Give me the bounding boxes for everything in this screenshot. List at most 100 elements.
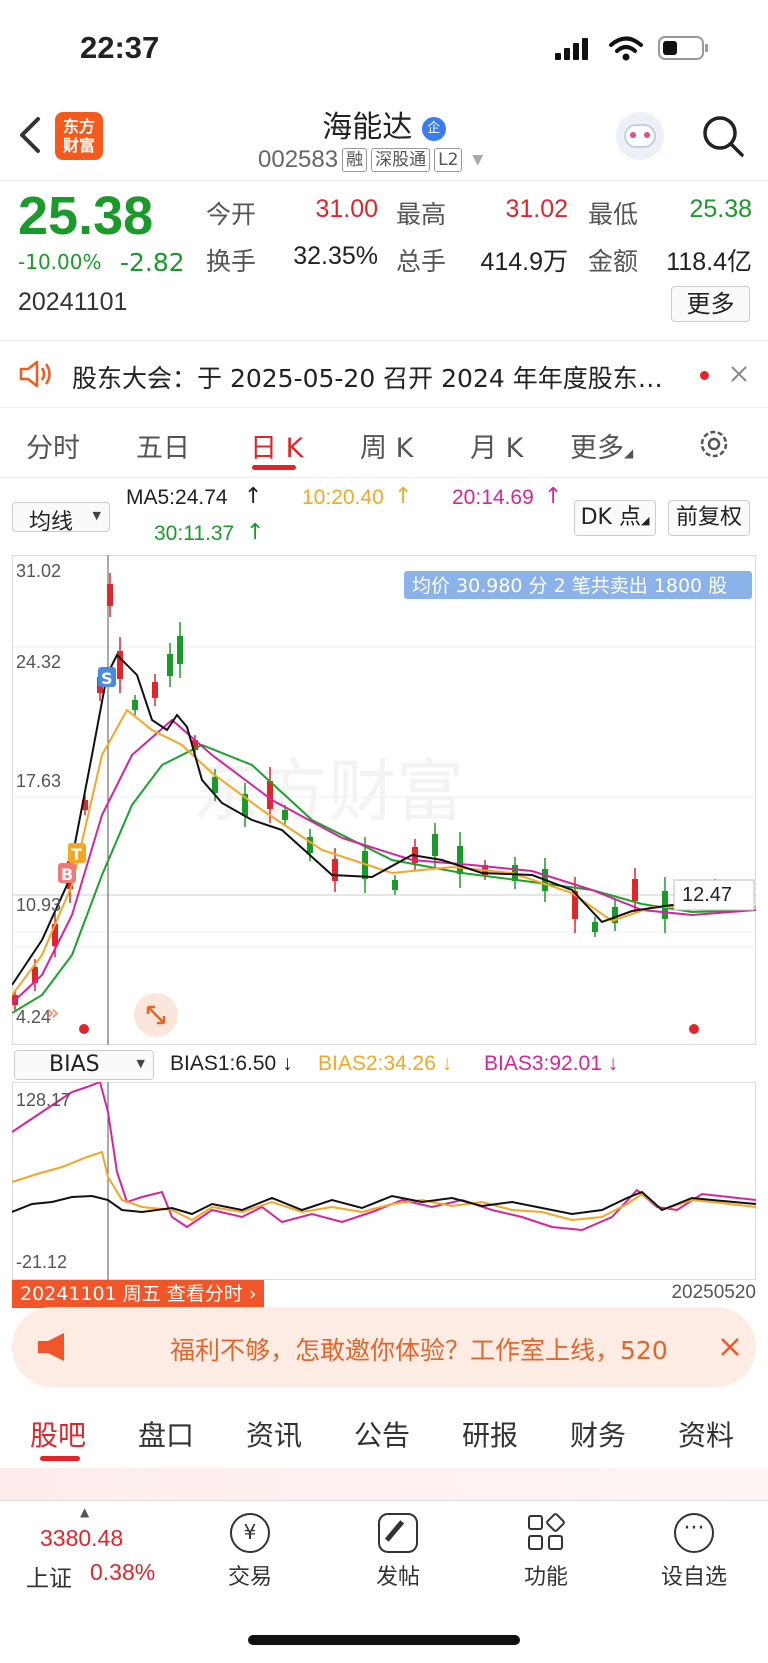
bias-selector[interactable]: BIAS ▼ [14, 1050, 154, 1080]
tab-announcements[interactable]: 公告 [354, 1414, 410, 1454]
expand-chart-icon[interactable] [134, 993, 178, 1037]
tab-profile[interactable]: 资料 [678, 1414, 734, 1454]
ma5-arrow-icon: ↑ [244, 484, 263, 509]
active-section-underline [40, 1456, 80, 1461]
add-watchlist-label: 设自选 [660, 1565, 727, 1590]
close-icon[interactable] [730, 365, 748, 383]
post-button[interactable]: 发帖 [338, 1513, 458, 1591]
signal-icon [555, 38, 589, 60]
tab-daily-k[interactable]: 日 K [250, 426, 303, 465]
y-label-4: 10.93 [16, 895, 61, 915]
view-timeshare-link[interactable]: 20241101 周五 查看分时 › [12, 1280, 265, 1308]
wifi-icon [609, 36, 643, 61]
date-bar: 20241101 周五 查看分时 › 20250520 [12, 1280, 756, 1308]
robot-avatar-icon[interactable] [616, 112, 664, 160]
candle-body [632, 879, 638, 901]
caret-down-icon: ▼ [472, 152, 484, 168]
edit-icon [378, 1513, 418, 1553]
tab-timeshare[interactable]: 分时 [26, 426, 80, 465]
dk-point-button[interactable]: DK 点◢ [574, 500, 656, 536]
tab-pankou[interactable]: 盘口 [138, 1414, 194, 1454]
trade-tooltip: 均价 30.980 分 2 笔共卖出 1800 股 [412, 575, 727, 597]
sell-marker: S [101, 669, 113, 688]
ma30-value: 30:11.37 [154, 522, 235, 545]
section-tabs: 股吧 盘口 资讯 公告 研报 财务 资料 [0, 1398, 768, 1466]
candle-body [267, 781, 273, 809]
candle-body [592, 922, 598, 932]
ma10-value: 10:20.40 [302, 486, 384, 509]
chevron-right-icon: › [248, 1283, 257, 1305]
view-timeshare-label: 20241101 周五 查看分时 [20, 1283, 243, 1305]
current-price: 25.38 [18, 186, 154, 246]
grid-icon [526, 1511, 567, 1553]
notice-bar[interactable]: 股东大会：于 2025-05-20 召开 2024 年年度股东… [0, 340, 768, 408]
settings-gear-icon[interactable] [696, 426, 732, 462]
forward-adjust-button[interactable]: 前复权 [668, 500, 750, 536]
dk-point-label: DK 点 [580, 505, 641, 530]
tab-finance[interactable]: 财务 [570, 1414, 626, 1454]
corner-caret-icon: ◢ [640, 514, 650, 527]
stock-name: 海能达 [322, 110, 413, 145]
candle-body [167, 654, 173, 676]
status-time: 22:37 [80, 30, 160, 65]
close-icon[interactable] [720, 1337, 740, 1357]
post-label: 发帖 [375, 1565, 420, 1590]
turnover-label: 换手 [206, 247, 257, 276]
promo-banner[interactable]: 福利不够，怎敢邀你体验？工作室上线，520 [12, 1307, 756, 1387]
add-watchlist-button[interactable]: ··· 设自选 [634, 1513, 754, 1591]
bias3-value: BIAS3:92.01 ↓ [484, 1052, 619, 1075]
kline-chart[interactable]: 东方财富 31.02 24.32 17.63 10.93 4.24 均价 30.… [11, 555, 757, 1045]
t-marker: T [71, 845, 82, 864]
trade-label: 交易 [227, 1565, 272, 1590]
active-tab-underline [252, 465, 296, 470]
index-value[interactable]: 3380.48 [40, 1525, 123, 1552]
tab-more[interactable]: 更多◢ [570, 426, 633, 465]
indicator-selector[interactable]: 均线 ▼ [12, 502, 110, 535]
more-button[interactable]: 更多 [671, 286, 750, 322]
margin-tag: 融 [342, 148, 368, 172]
quote-date: 20241101 [18, 288, 128, 316]
end-date-label: 20250520 [671, 1282, 756, 1303]
tab-five-day[interactable]: 五日 [136, 426, 190, 465]
candle-body [107, 584, 113, 606]
tab-news[interactable]: 资讯 [246, 1414, 302, 1454]
home-indicator [248, 1635, 520, 1645]
functions-label: 功能 [523, 1565, 568, 1590]
app-logo[interactable]: 东方 财富 [55, 112, 103, 160]
enterprise-badge-icon: 企 [421, 116, 446, 141]
high-value: 31.02 [505, 195, 568, 223]
bias1-value: BIAS1:6.50 ↓ [170, 1052, 293, 1075]
back-icon[interactable] [16, 115, 46, 155]
index-name: 上证 [26, 1566, 72, 1592]
trade-button[interactable]: ¥ 交易 [190, 1513, 310, 1591]
amount-label: 金额 [588, 247, 639, 276]
y-label-3: 17.63 [16, 771, 61, 791]
tab-research[interactable]: 研报 [462, 1414, 518, 1454]
search-icon[interactable] [700, 113, 746, 159]
speaker-icon [19, 360, 51, 388]
feed-preview-strip [0, 1468, 768, 1500]
tab-weekly-k[interactable]: 周 K [360, 426, 413, 465]
candle-body [212, 777, 218, 793]
svg-text:»: » [46, 1001, 59, 1026]
stock-code-row[interactable]: 002583 融 深股通 L2 ▼ [258, 146, 483, 174]
bias-chart[interactable]: 128.17 -21.12 [11, 1080, 757, 1280]
candle-body [457, 846, 463, 874]
functions-button[interactable]: 功能 [486, 1511, 606, 1591]
candle-body [392, 880, 398, 890]
volume-value: 414.9万 [480, 248, 568, 276]
candle-body [132, 700, 138, 710]
tab-guba[interactable]: 股吧 [30, 1414, 86, 1454]
battery-icon [658, 36, 708, 60]
y-label-2: 24.32 [16, 652, 61, 672]
dropdown-arrow-icon: ▼ [92, 509, 101, 522]
buy-marker: B [61, 865, 73, 884]
kline-svg: 东方财富 31.02 24.32 17.63 10.93 4.24 均价 30.… [11, 555, 757, 1045]
yen-icon: ¥ [230, 1513, 270, 1553]
ma20-value: 20:14.69 [452, 486, 534, 509]
promo-text: 福利不够，怎敢邀你体验？工作室上线，520 [170, 1336, 668, 1365]
tab-monthly-k[interactable]: 月 K [470, 426, 523, 465]
bias-y-top: 128.17 [16, 1090, 71, 1110]
candle-body [432, 834, 438, 856]
index-caret-icon: ▲ [80, 1505, 90, 1519]
